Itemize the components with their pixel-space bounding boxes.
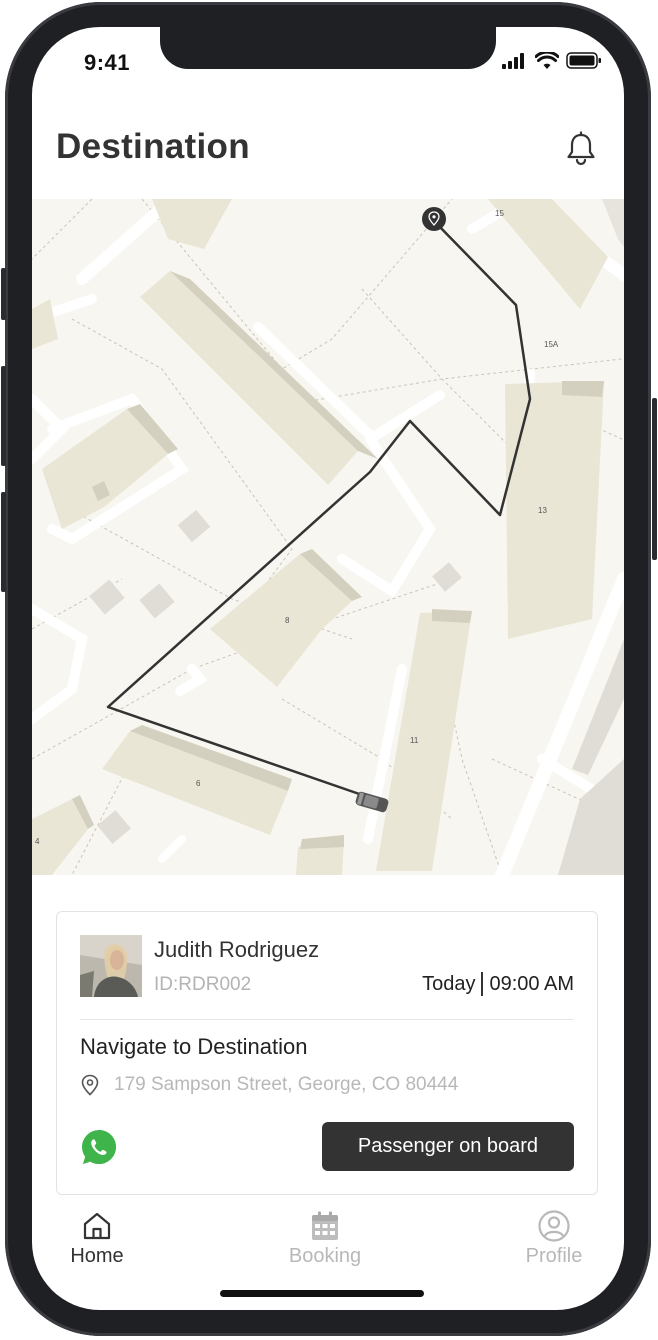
tab-booking[interactable]: Booking [270, 1203, 380, 1273]
card-divider [80, 1019, 574, 1020]
location-pin-icon [81, 1074, 99, 1096]
map-label: 15 [495, 209, 504, 218]
volume-down-button [1, 492, 6, 592]
power-button [652, 398, 657, 560]
signal-icon [502, 52, 524, 69]
ride-datetime: Today 09:00 AM [422, 972, 574, 996]
user-icon [538, 1210, 570, 1242]
ride-card: Judith Rodriguez ID:RDR002 Today 09:00 A… [56, 911, 598, 1195]
battery-icon [566, 52, 601, 69]
map-label: 11 [410, 736, 419, 745]
header: Destination [32, 97, 624, 199]
tab-bar: Home Booking Profile [32, 1203, 624, 1278]
tab-booking-label: Booking [288, 1245, 362, 1267]
tab-home[interactable]: Home [42, 1203, 152, 1273]
passenger-on-board-button[interactable]: Passenger on board [322, 1122, 574, 1171]
address-row: 179 Sampson Street, George, CO 80444 [80, 1074, 458, 1096]
map-label: 13 [538, 506, 547, 515]
datetime-separator [481, 972, 484, 996]
home-icon [83, 1212, 111, 1240]
map-label: 8 [285, 616, 290, 625]
page-title: Destination [56, 127, 250, 166]
map-label: 15A [544, 340, 559, 349]
location-pin-icon[interactable] [422, 207, 446, 231]
wifi-icon [535, 52, 559, 69]
status-time: 9:41 [84, 50, 131, 75]
screen: 9:41 Destination 15 15A 13 8 11 6 4 Judi… [32, 27, 624, 1310]
bell-icon[interactable] [564, 131, 598, 167]
status-icons [502, 52, 602, 69]
tab-profile-label: Profile [525, 1245, 583, 1267]
passenger-name: Judith Rodriguez [154, 937, 320, 962]
map-label: 4 [35, 837, 40, 846]
volume-up-button [1, 366, 6, 466]
tab-profile[interactable]: Profile [499, 1203, 609, 1273]
calendar-icon [312, 1211, 338, 1240]
map-view[interactable]: 15 15A 13 8 11 6 4 [32, 199, 624, 875]
notch [160, 27, 496, 69]
ride-time: 09:00 AM [489, 972, 574, 995]
home-indicator[interactable] [220, 1290, 424, 1297]
whatsapp-icon[interactable] [80, 1128, 118, 1166]
destination-address: 179 Sampson Street, George, CO 80444 [114, 1074, 459, 1095]
map-canvas: 15 15A 13 8 11 6 4 [32, 199, 624, 875]
map-label: 6 [196, 779, 201, 788]
mute-switch [1, 268, 6, 320]
task-title: Navigate to Destination [80, 1034, 308, 1059]
passenger-id: ID:RDR002 [154, 974, 252, 995]
tab-home-label: Home [70, 1245, 124, 1267]
avatar [80, 935, 142, 997]
ride-date: Today [422, 972, 476, 995]
